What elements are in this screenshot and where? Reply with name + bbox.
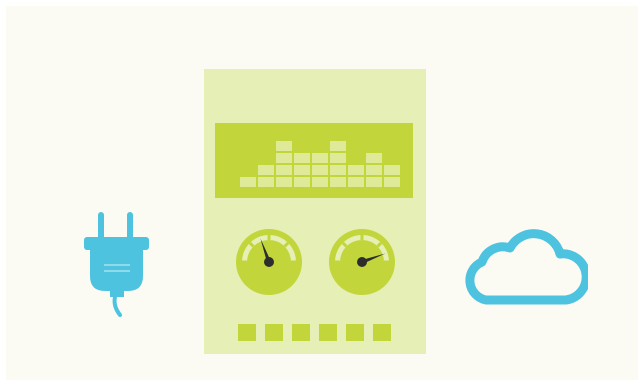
right-gauge[interactable] (327, 227, 397, 297)
equalizer-bar (294, 153, 310, 187)
equalizer-bar (312, 153, 328, 187)
equalizer-bar (366, 153, 382, 187)
equalizer-bar (258, 165, 274, 187)
audio-device (204, 69, 426, 354)
power-plug-icon (84, 212, 149, 317)
equalizer-bar (240, 177, 256, 187)
equalizer-bar (276, 141, 292, 187)
device-button[interactable] (265, 324, 283, 341)
equalizer-bar (384, 165, 400, 187)
button-row (238, 324, 391, 341)
equalizer-display (215, 123, 413, 198)
device-button[interactable] (238, 324, 256, 341)
equalizer-bar (348, 165, 364, 187)
device-button[interactable] (319, 324, 337, 341)
device-button[interactable] (292, 324, 310, 341)
left-gauge[interactable] (234, 227, 304, 297)
device-button[interactable] (373, 324, 391, 341)
cloud-icon (465, 229, 588, 305)
equalizer-bar (330, 141, 346, 187)
illustration-canvas (6, 6, 638, 380)
device-button[interactable] (346, 324, 364, 341)
